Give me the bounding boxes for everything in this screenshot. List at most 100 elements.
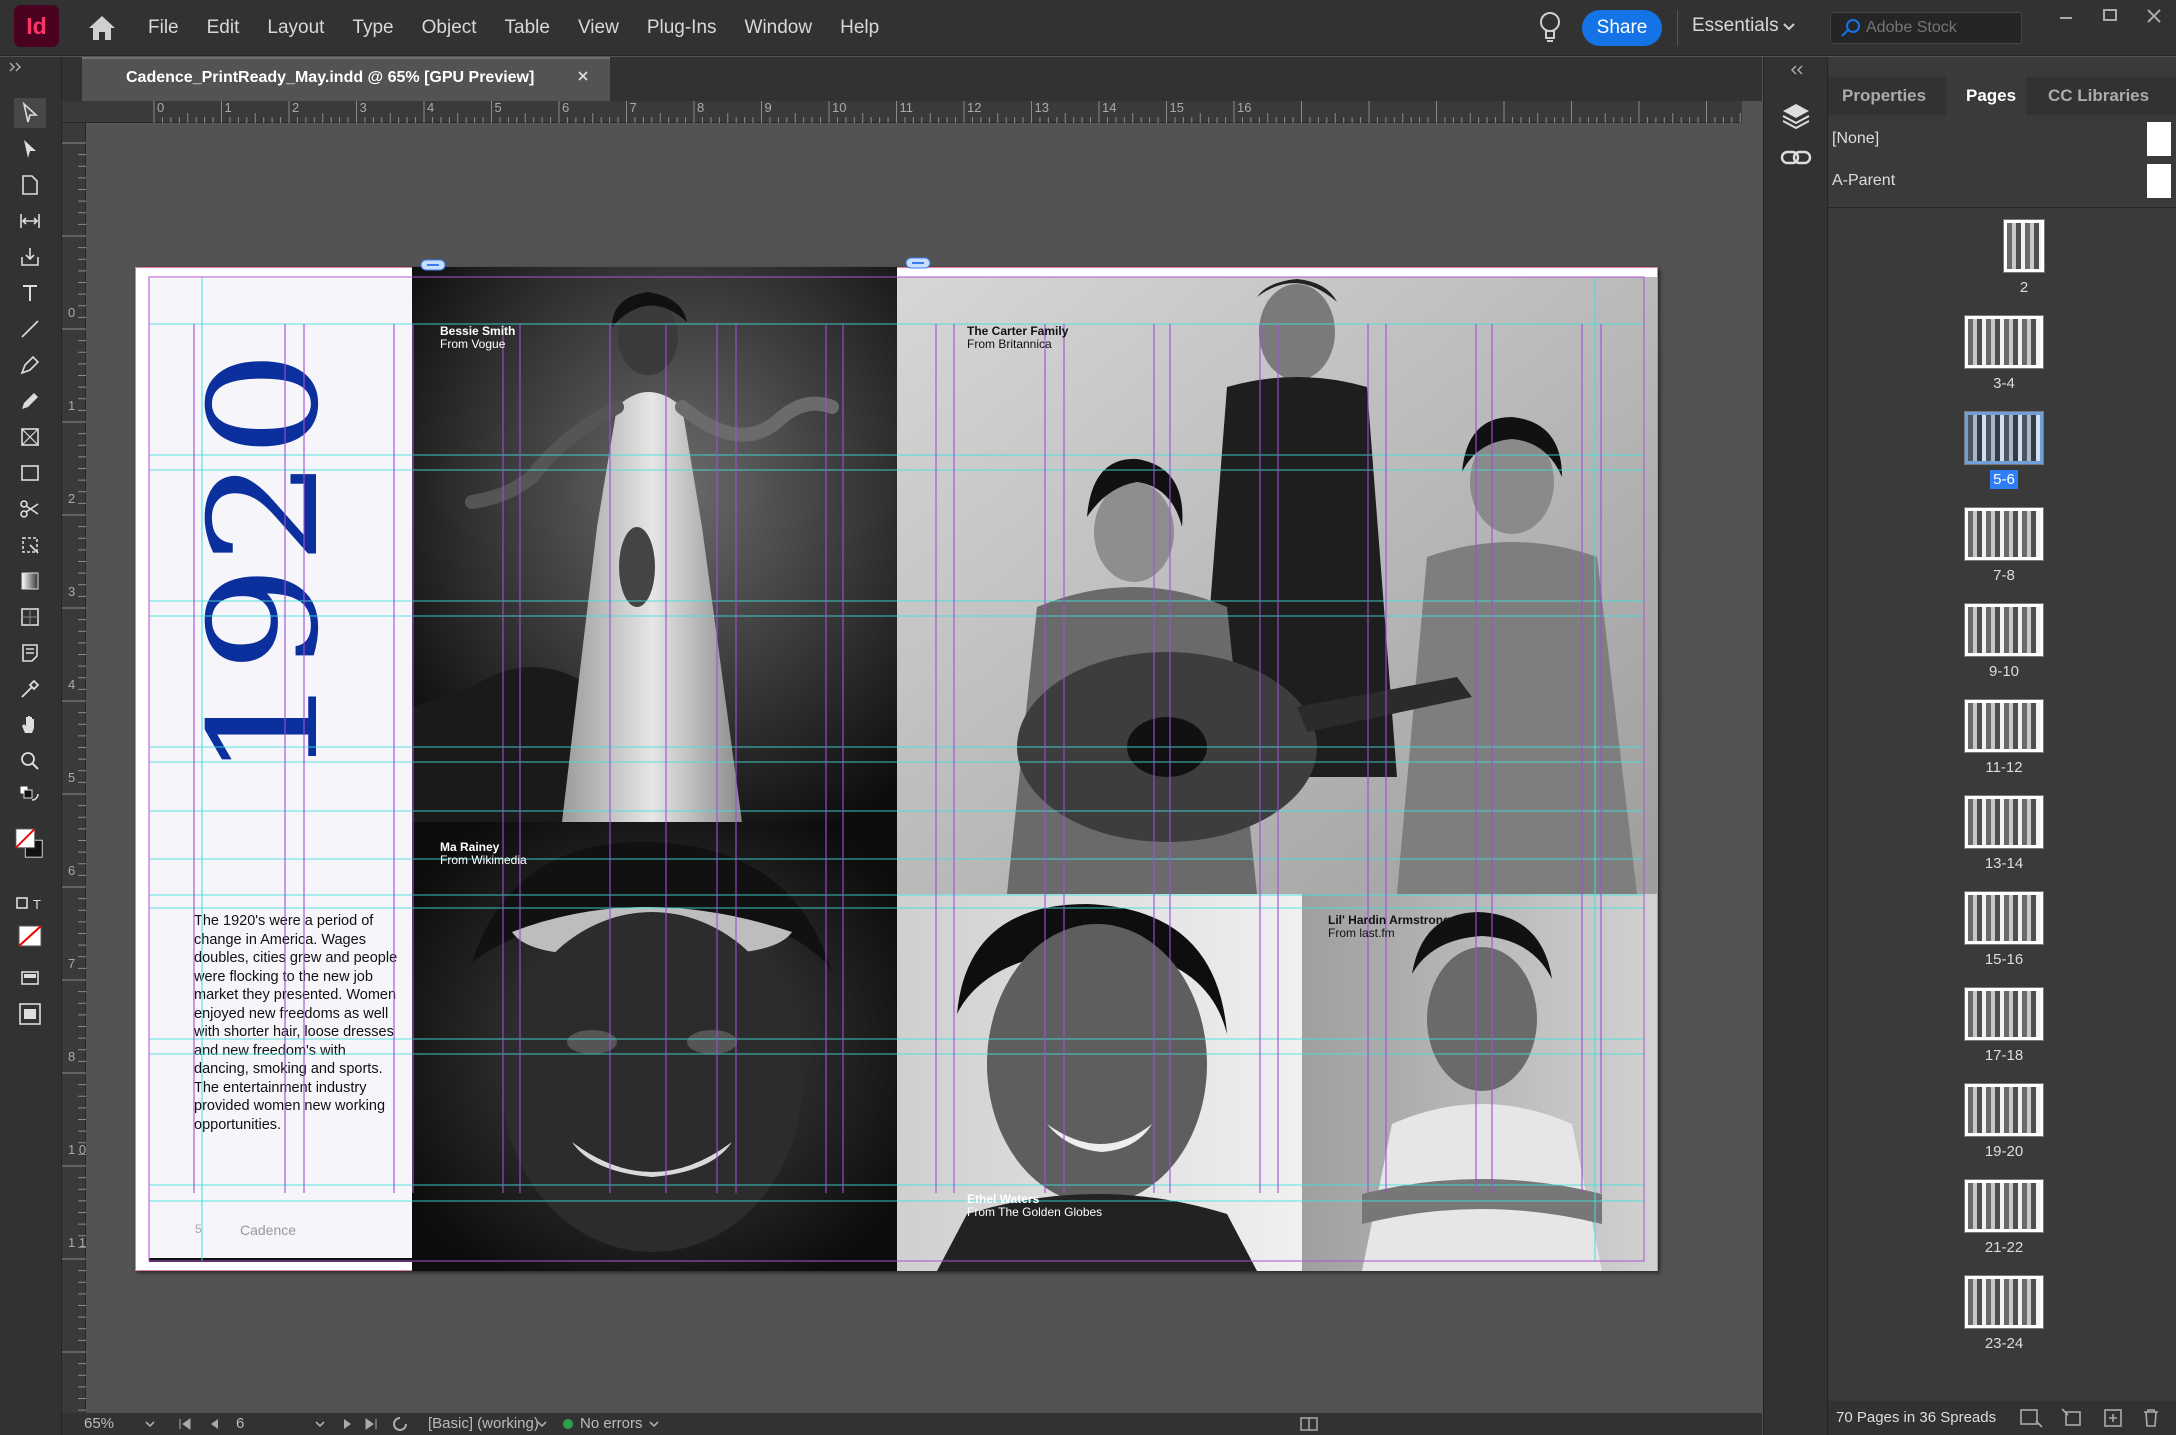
- menu-table[interactable]: Table: [505, 17, 550, 39]
- spread-thumbnail[interactable]: [2003, 219, 2045, 273]
- menu-type[interactable]: Type: [352, 17, 393, 39]
- parent-a[interactable]: A-Parent: [1828, 158, 2176, 200]
- split-window-icon[interactable]: [1300, 1416, 1318, 1432]
- chevron-down-icon[interactable]: [536, 1419, 548, 1429]
- spread-thumbnail[interactable]: [1964, 315, 2044, 369]
- next-page-icon[interactable]: [342, 1418, 354, 1430]
- screen-mode-icon[interactable]: [14, 963, 46, 993]
- spread-label[interactable]: 7-8: [1944, 567, 2064, 584]
- spread-label[interactable]: 13-14: [1944, 855, 2064, 872]
- stock-search-input[interactable]: [1866, 16, 2016, 40]
- credit-lil-hardin-armstrong[interactable]: Lil' Hardin Armstrong From last.fm: [1328, 914, 1450, 940]
- page-tool-icon[interactable]: [14, 170, 46, 200]
- menu-plugins[interactable]: Plug-Ins: [647, 17, 717, 39]
- link-icon[interactable]: [420, 259, 446, 271]
- spread-thumbnail[interactable]: [1964, 891, 2044, 945]
- page-number-field[interactable]: 6: [236, 1415, 326, 1432]
- gradient-feather-tool-icon[interactable]: [14, 602, 46, 632]
- spread-thumbnail[interactable]: [1964, 1179, 2044, 1233]
- preflight-profile[interactable]: [Basic] (working): [428, 1415, 539, 1432]
- indesign-logo[interactable]: Id: [14, 5, 59, 47]
- line-tool-icon[interactable]: [14, 314, 46, 344]
- links-icon[interactable]: [1780, 145, 1812, 171]
- close-icon[interactable]: [576, 69, 590, 83]
- type-tool-icon[interactable]: [14, 278, 46, 308]
- spread-label[interactable]: 15-16: [1944, 951, 2064, 968]
- spread-thumbnail[interactable]: [1964, 1083, 2044, 1137]
- gap-tool-icon[interactable]: [14, 206, 46, 236]
- previous-page-icon[interactable]: [208, 1418, 220, 1430]
- home-icon[interactable]: [87, 14, 117, 42]
- expand-icon[interactable]: [8, 61, 22, 73]
- tab-pages[interactable]: Pages: [1946, 77, 2026, 115]
- gradient-tool-icon[interactable]: [14, 566, 46, 596]
- menu-layout[interactable]: Layout: [267, 17, 324, 39]
- spread-label[interactable]: 17-18: [1944, 1047, 2064, 1064]
- spread-thumbnail[interactable]: [1964, 795, 2044, 849]
- share-button[interactable]: Share: [1582, 10, 1662, 46]
- horizontal-ruler[interactable]: 0 1 2 3 4 5 6 7 8 9 10 11 12 13 14 15 16: [62, 100, 1742, 123]
- zoom-level[interactable]: 65%: [84, 1415, 114, 1432]
- menu-help[interactable]: Help: [840, 17, 879, 39]
- chevron-down-icon[interactable]: [1782, 20, 1796, 34]
- spread-label[interactable]: 21-22: [1944, 1239, 2064, 1256]
- first-page-icon[interactable]: [178, 1418, 192, 1430]
- default-colors-icon[interactable]: [14, 781, 46, 811]
- credit-carter-family[interactable]: The Carter Family From Britannica: [967, 325, 1068, 351]
- preview-mode-icon[interactable]: [14, 999, 46, 1029]
- page-size-icon[interactable]: [2018, 1407, 2044, 1429]
- preflight-status[interactable]: No errors: [580, 1415, 643, 1432]
- credit-ethel-waters[interactable]: Ethel Waters From The Golden Globes: [967, 1193, 1102, 1219]
- menu-file[interactable]: File: [148, 17, 179, 39]
- edit-page-size-icon[interactable]: [2060, 1407, 2086, 1429]
- vertical-ruler[interactable]: 0 1 2 3 4 5 6 7 8 1 0 1 1: [62, 123, 86, 1413]
- chevron-down-icon[interactable]: [144, 1419, 156, 1429]
- formatting-container-icon[interactable]: T: [14, 889, 46, 919]
- menu-edit[interactable]: Edit: [207, 17, 240, 39]
- hand-tool-icon[interactable]: [14, 710, 46, 740]
- spread-label[interactable]: 3-4: [1944, 375, 2064, 392]
- document-tab-title[interactable]: Cadence_PrintReady_May.indd @ 65% [GPU P…: [126, 69, 534, 87]
- link-icon[interactable]: [905, 257, 931, 269]
- note-tool-icon[interactable]: [14, 638, 46, 668]
- pages-list[interactable]: 2 3-4 5-6 7-8 9-10 11-12 13-14 15-16 17-18 19-20 2…: [1828, 209, 2176, 1389]
- spread-label[interactable]: 19-20: [1944, 1143, 2064, 1160]
- layers-icon[interactable]: [1780, 101, 1812, 131]
- spread-thumbnail[interactable]: [1964, 507, 2044, 561]
- rectangle-frame-tool-icon[interactable]: [14, 422, 46, 452]
- spread-label[interactable]: 11-12: [1944, 759, 2064, 776]
- pencil-tool-icon[interactable]: [14, 386, 46, 416]
- spread-thumbnail[interactable]: [1964, 1275, 2044, 1329]
- tab-cc-libraries[interactable]: CC Libraries: [2048, 77, 2176, 115]
- spread-label[interactable]: 5-6: [1944, 470, 2064, 489]
- spread-thumbnail[interactable]: [1964, 603, 2044, 657]
- collapse-icon[interactable]: [1790, 65, 1804, 75]
- spread-label[interactable]: 9-10: [1944, 663, 2064, 680]
- credit-ma-rainey[interactable]: Ma Rainey From Wikimedia: [440, 841, 527, 867]
- lightbulb-icon[interactable]: [1538, 11, 1562, 45]
- apply-none-icon[interactable]: [14, 921, 46, 951]
- pen-tool-icon[interactable]: [14, 350, 46, 380]
- menu-view[interactable]: View: [578, 17, 619, 39]
- chevron-down-icon[interactable]: [314, 1419, 326, 1429]
- spread-thumbnail[interactable]: [1964, 987, 2044, 1041]
- fill-stroke-swatch-icon[interactable]: [14, 819, 46, 869]
- credit-bessie-smith[interactable]: Bessie Smith From Vogue: [440, 325, 515, 351]
- content-collector-icon[interactable]: [14, 242, 46, 272]
- workspace-switcher[interactable]: Essentials: [1692, 15, 1779, 37]
- chevron-down-icon[interactable]: [648, 1419, 660, 1429]
- close-window-icon[interactable]: [2144, 6, 2164, 26]
- parent-thumbnail[interactable]: [2147, 164, 2171, 198]
- spread-label[interactable]: 2: [1964, 279, 2084, 296]
- rectangle-tool-icon[interactable]: [14, 458, 46, 488]
- direct-selection-tool-icon[interactable]: [14, 134, 46, 164]
- menu-window[interactable]: Window: [745, 17, 813, 39]
- parent-thumbnail[interactable]: [2147, 122, 2171, 156]
- maximize-icon[interactable]: [2100, 6, 2120, 26]
- last-page-icon[interactable]: [364, 1418, 378, 1430]
- menu-object[interactable]: Object: [422, 17, 477, 39]
- new-page-icon[interactable]: [2102, 1407, 2124, 1429]
- spread-thumbnail[interactable]: [1964, 411, 2044, 465]
- zoom-tool-icon[interactable]: [14, 746, 46, 776]
- spread-label[interactable]: 23-24: [1944, 1335, 2064, 1352]
